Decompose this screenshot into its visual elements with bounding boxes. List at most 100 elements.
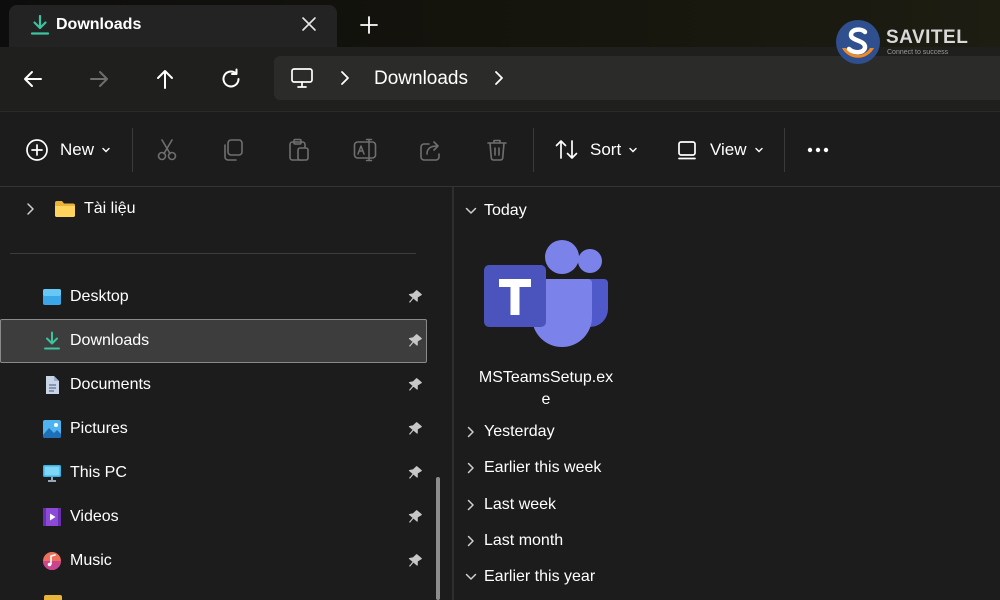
arrow-right-icon[interactable]	[87, 67, 111, 91]
pictures-icon	[43, 420, 61, 438]
sort-label: Sort	[590, 140, 622, 159]
logo-tagline: Connect to success	[887, 49, 949, 56]
rename-button[interactable]	[352, 112, 378, 188]
copy-button[interactable]	[220, 112, 246, 188]
desktop-icon	[43, 289, 61, 305]
command-divider	[784, 128, 785, 172]
share-icon	[420, 141, 440, 161]
folder-icon	[55, 201, 75, 217]
chevron-down-icon	[754, 147, 763, 153]
group-label: Last week	[484, 496, 557, 513]
cut-button[interactable]	[154, 112, 180, 188]
group-header-last-month[interactable]: Last month	[464, 528, 563, 554]
sort-icon	[555, 140, 578, 159]
view-label: View	[710, 140, 747, 159]
arrow-up-icon[interactable]	[153, 67, 177, 91]
navigation-pane: Tài liệu Desktop Downloads Documents Pic…	[0, 187, 452, 600]
download-icon	[30, 14, 50, 35]
close-icon[interactable]	[299, 14, 319, 34]
teams-icon	[484, 240, 608, 347]
videos-icon	[43, 508, 61, 526]
pin-icon[interactable]	[406, 333, 422, 349]
pin-icon[interactable]	[406, 509, 422, 525]
group-label: Last month	[484, 532, 564, 549]
file-name: MSTeamsSetup.exe	[478, 369, 614, 408]
sidebar-item-label: Music	[70, 552, 112, 569]
refresh-icon[interactable]	[219, 67, 243, 91]
group-label: Today	[484, 202, 527, 219]
pin-icon[interactable]	[406, 421, 422, 437]
view-icon	[678, 141, 696, 160]
this-pc-icon	[291, 68, 313, 88]
file-item[interactable]: MSTeamsSetup.exe	[476, 239, 616, 411]
group-label: Earlier this week	[484, 459, 602, 476]
delete-button[interactable]	[484, 112, 510, 188]
more-icon	[807, 147, 829, 153]
chevron-right-icon[interactable]	[338, 69, 352, 87]
copy-icon	[224, 139, 243, 161]
view-button[interactable]: View	[674, 112, 764, 188]
sidebar-item-label: Desktop	[70, 288, 129, 305]
file-list: Today MSTeamsSetup.exe Yesterday Earlier…	[454, 187, 1000, 600]
group-header-yesterday[interactable]: Yesterday	[464, 419, 555, 445]
tab-title: Downloads	[56, 16, 142, 33]
chevron-right-icon[interactable]	[492, 69, 506, 87]
sidebar-item-downloads[interactable]: Downloads	[42, 319, 149, 363]
pin-icon[interactable]	[406, 465, 422, 481]
chevron-right-icon	[467, 462, 474, 474]
new-label: New	[60, 140, 95, 159]
sidebar-item-label: Tài liệu	[84, 200, 136, 217]
chevron-down-icon	[629, 147, 637, 153]
sidebar-item-pictures[interactable]: Pictures	[42, 407, 128, 451]
breadcrumb-downloads[interactable]: Downloads	[374, 68, 468, 90]
arrow-left-icon[interactable]	[21, 67, 45, 91]
command-divider	[533, 128, 534, 172]
cut-icon	[157, 139, 177, 161]
paste-button[interactable]	[286, 112, 312, 188]
delete-icon	[487, 139, 507, 161]
pin-icon[interactable]	[406, 553, 422, 569]
command-bar: New Sort View	[0, 111, 1000, 187]
more-button[interactable]	[805, 112, 831, 188]
this-pc-icon	[43, 465, 61, 482]
pin-icon[interactable]	[406, 377, 422, 393]
sidebar-item-videos[interactable]: Videos	[42, 495, 119, 539]
group-header-last-week[interactable]: Last week	[464, 492, 556, 518]
sidebar-item-label: Videos	[70, 508, 119, 525]
group-header-earlier-this-week[interactable]: Earlier this week	[464, 455, 601, 481]
sidebar-item-label: This PC	[70, 464, 127, 481]
pin-icon[interactable]	[406, 289, 422, 305]
tab-downloads[interactable]: Downloads	[9, 5, 337, 47]
new-button[interactable]: New	[24, 112, 111, 188]
sort-button[interactable]: Sort	[554, 112, 638, 188]
sidebar-divider	[10, 253, 416, 254]
group-header-earlier-this-year[interactable]: Earlier this year	[464, 564, 595, 590]
chevron-right-icon	[467, 426, 474, 438]
chevron-right-icon	[467, 535, 474, 547]
sidebar-item-label: Documents	[70, 376, 151, 393]
group-label: Earlier this year	[484, 568, 596, 585]
sidebar-item-label: Downloads	[70, 332, 150, 349]
group-label: Yesterday	[484, 423, 555, 440]
chevron-down-icon	[102, 147, 110, 153]
sidebar-item-tai-lieu[interactable]: Tài liệu	[24, 187, 136, 231]
chevron-right-icon	[467, 499, 474, 511]
download-icon	[44, 331, 60, 350]
savitel-logo: SAVITEL Connect to success	[834, 18, 984, 66]
savitel-logo-mark	[836, 20, 880, 64]
sidebar-item-label: Pictures	[70, 420, 128, 437]
sidebar-item-this-pc[interactable]: This PC	[42, 451, 127, 495]
rename-icon	[353, 138, 377, 162]
sidebar-item-music[interactable]: Music	[42, 539, 112, 583]
sidebar-scrollbar[interactable]	[436, 477, 440, 600]
logo-name: SAVITEL	[886, 27, 969, 48]
chevron-down-icon	[465, 573, 477, 580]
group-header-today[interactable]: Today	[464, 198, 527, 224]
plus-icon[interactable]	[358, 14, 380, 36]
documents-icon	[46, 376, 59, 394]
sidebar-item-documents[interactable]: Documents	[42, 363, 151, 407]
sidebar-item-desktop[interactable]: Desktop	[42, 275, 129, 319]
chevron-down-icon	[465, 207, 477, 214]
chevron-right-icon[interactable]	[24, 202, 38, 216]
share-button[interactable]	[418, 112, 444, 188]
